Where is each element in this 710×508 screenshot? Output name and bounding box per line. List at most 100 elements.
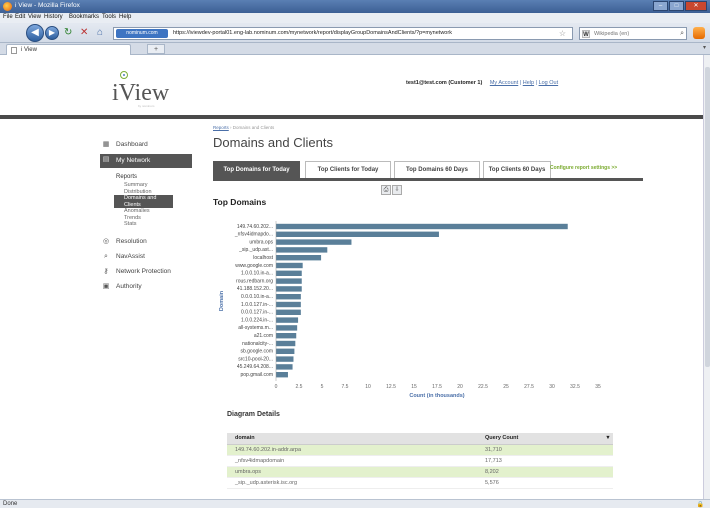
page-viewport: iView by nominum test1@test.com (Custome…	[0, 55, 703, 499]
search-box[interactable]: W ⌕	[579, 27, 687, 40]
y-tick-label: src10-pool-20...	[238, 356, 273, 362]
menu-help[interactable]: Help	[119, 14, 131, 20]
vertical-scrollbar[interactable]	[703, 55, 710, 499]
table-row[interactable]: _sip._udp.asterisk.isc.org 5,576	[227, 477, 613, 489]
bar	[276, 356, 294, 362]
cell-domain: umbra.ops	[227, 466, 477, 478]
page-icon	[11, 47, 17, 54]
iview-logo[interactable]: iView by nominum	[94, 65, 174, 108]
y-tick-label: nationalcity-...	[242, 341, 273, 347]
bar	[276, 333, 297, 339]
search-input[interactable]	[594, 29, 674, 38]
log-out-link[interactable]: Log Out	[539, 80, 559, 86]
bookmark-star-icon[interactable]: ☆	[559, 29, 566, 39]
cell-query-count: 8,202	[477, 466, 613, 478]
sidebar-item-dashboard[interactable]: ▦ Dashboard	[100, 139, 192, 151]
sidebar-item-network-protection[interactable]: ⚷ Network Protection	[100, 266, 192, 278]
cell-domain: _nfsv4idmapdomain	[227, 455, 477, 467]
home-icon[interactable]: ⌂	[97, 27, 103, 39]
x-tick-label: 2.5	[296, 384, 303, 390]
my-account-link[interactable]: My Account	[490, 80, 518, 86]
x-tick-label: 0	[275, 384, 278, 390]
y-tick-label: 149.74.60.202...	[237, 224, 273, 230]
stop-icon[interactable]: ✕	[80, 27, 88, 39]
addon-icon[interactable]	[693, 27, 705, 39]
report-domains-and-clients[interactable]: Domains and Clients	[114, 195, 173, 208]
breadcrumb: Reports › Domains and Clients	[213, 125, 275, 130]
y-tick-label: 1.0.0.224.in-...	[241, 317, 273, 323]
y-tick-label: _nfsv4idmapdo...	[234, 232, 273, 238]
tab-top-domains-60-days[interactable]: Top Domains 60 Days	[394, 161, 480, 178]
tab-top-domains-today[interactable]: Top Domains for Today	[213, 161, 300, 178]
tab-list-icon[interactable]: ▾	[703, 44, 706, 51]
sidebar-item-label: Network Protection	[116, 267, 171, 275]
x-tick-label: 20	[457, 384, 463, 390]
download-icon[interactable]: ⇩	[392, 185, 402, 195]
status-text: Done	[3, 501, 18, 507]
menu-edit[interactable]: Edit	[15, 14, 25, 20]
x-tick-label: 27.5	[524, 384, 534, 390]
site-header: iView by nominum test1@test.com (Custome…	[0, 55, 703, 115]
print-icon[interactable]: ⎙	[381, 185, 391, 195]
y-tick-label: sb.google.com	[240, 349, 273, 355]
x-tick-label: 32.5	[570, 384, 580, 390]
help-link[interactable]: Help	[523, 80, 534, 86]
table-row[interactable]: 149.74.60.202.in-addr.arpa 31,710	[227, 444, 613, 456]
tab-top-clients-today[interactable]: Top Clients for Today	[305, 161, 391, 178]
address-bar[interactable]: nominum.com https://iviewdev-portal01.en…	[113, 27, 573, 40]
url-text[interactable]: https://iviewdev-portal01.eng-lab.nominu…	[173, 30, 452, 36]
y-tick-label: 1.0.0.10.in-a...	[241, 271, 273, 277]
back-button[interactable]: ◀	[26, 24, 44, 42]
column-header-query-count[interactable]: Query Count	[477, 433, 603, 445]
reports-heading[interactable]: Reports	[100, 172, 192, 182]
maximize-button[interactable]: □	[669, 1, 684, 11]
lock-icon[interactable]: 🔒	[697, 501, 704, 508]
y-tick-label: 0.0.0.10.in-a...	[241, 294, 273, 300]
menu-file[interactable]: File	[3, 14, 13, 20]
forward-button[interactable]: ▶	[45, 26, 59, 40]
column-header-domain[interactable]: domain	[227, 433, 477, 445]
sort-icon[interactable]: ▼	[603, 433, 613, 445]
close-window-button[interactable]: ✕	[685, 1, 707, 11]
table-header-row: domain Query Count ▼	[227, 433, 613, 445]
new-tab-button[interactable]: +	[147, 44, 165, 54]
header-divider	[0, 115, 703, 119]
sidebar-item-navassist[interactable]: ⌕ NavAssist	[100, 251, 192, 263]
menu-bar: File Edit View History Bookmarks Tools H…	[0, 13, 710, 23]
reload-icon[interactable]: ↻	[64, 27, 72, 39]
table-row[interactable]: umbra.ops 8,202	[227, 466, 613, 478]
search-icon[interactable]: ⌕	[680, 29, 684, 39]
y-axis-label: Domain	[219, 290, 225, 311]
x-tick-label: 5	[321, 384, 324, 390]
minimize-button[interactable]: –	[653, 1, 668, 11]
y-tick-label: 45.249.64.208...	[237, 364, 273, 370]
wikipedia-icon[interactable]: W	[582, 30, 590, 38]
breadcrumb-reports-link[interactable]: Reports	[213, 125, 229, 130]
menu-view[interactable]: View	[28, 14, 41, 20]
tab-top-clients-60-days[interactable]: Top Clients 60 Days	[483, 161, 551, 178]
logo-text: iView	[112, 80, 170, 106]
site-identity-badge[interactable]: nominum.com	[116, 29, 168, 38]
table-row[interactable]: _nfsv4idmapdomain 17,713	[227, 455, 613, 467]
sidebar-item-my-network[interactable]: ▤ My Network	[100, 154, 192, 168]
configure-report-link[interactable]: Configure report settings >>	[550, 165, 617, 171]
logo-mark-icon	[120, 71, 128, 79]
menu-tools[interactable]: Tools	[102, 14, 116, 20]
browser-tab-iview[interactable]: i View	[6, 44, 131, 55]
scrollbar-thumb[interactable]	[705, 67, 710, 367]
menu-history[interactable]: History	[44, 14, 63, 20]
sidebar-item-authority[interactable]: ▣ Authority	[100, 281, 192, 293]
sidebar-item-label: NavAssist	[116, 252, 145, 260]
report-tabs: Top Domains for Today Top Clients for To…	[213, 161, 643, 181]
firefox-icon	[3, 2, 12, 11]
chart-svg: 149.74.60.202... _nfsv4idmapdo...umbra.op…	[219, 221, 601, 399]
bar	[276, 278, 302, 284]
magnifier-icon: ⌕	[104, 252, 108, 260]
window-titlebar: i View - Mozilla Firefox – □ ✕	[0, 0, 710, 13]
sidebar-item-resolution[interactable]: ◎ Resolution	[100, 236, 192, 248]
resolution-icon: ◎	[102, 237, 110, 245]
bar	[276, 286, 302, 292]
network-icon: ▤	[102, 156, 110, 163]
menu-bookmarks[interactable]: Bookmarks	[69, 14, 99, 20]
chart-title: Top Domains	[213, 197, 267, 207]
